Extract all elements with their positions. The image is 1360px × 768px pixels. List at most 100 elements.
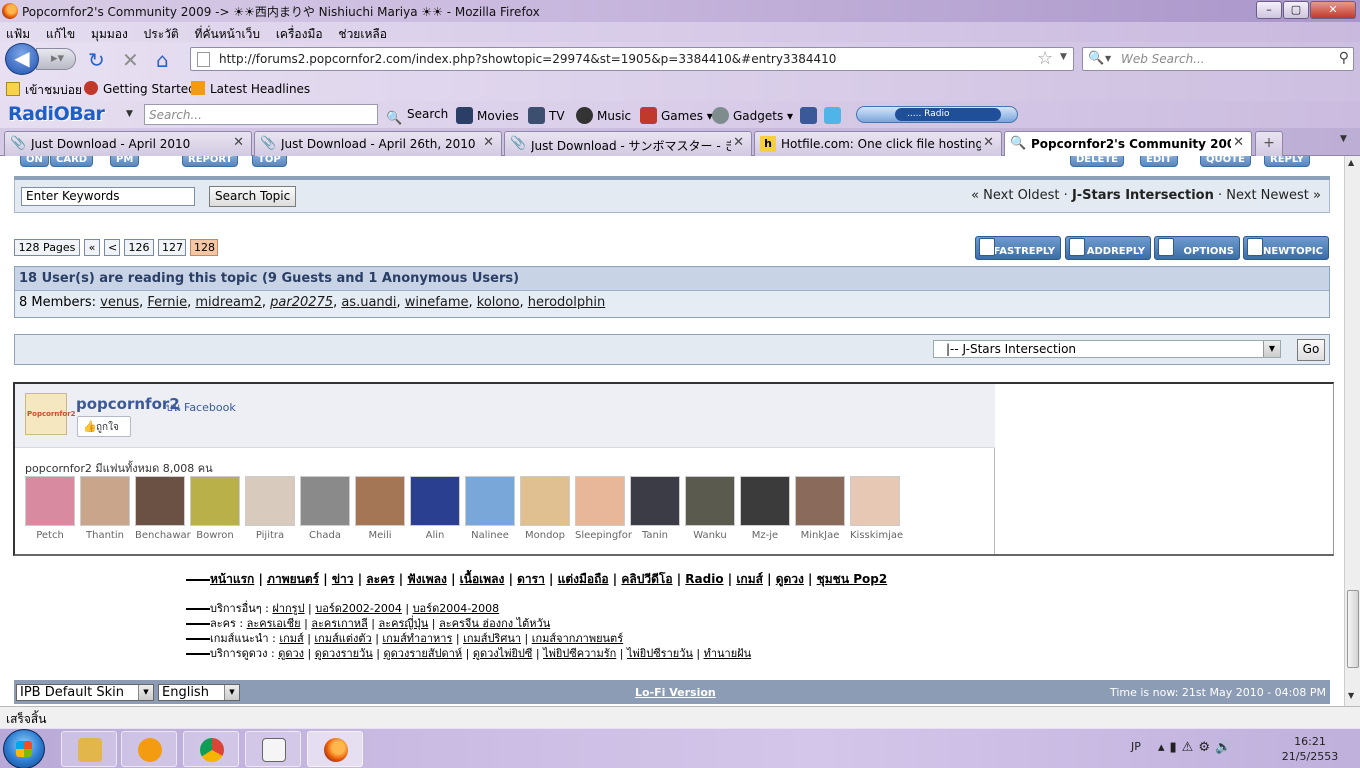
tab-hotfile[interactable]: h Hotfile.com: One click file hosting ✕ [754, 131, 1002, 156]
taskbar-notepad[interactable] [245, 731, 301, 767]
fan-name[interactable]: Thantin [80, 530, 130, 541]
fan-name[interactable]: Benchawar [135, 530, 191, 541]
chevron-down-icon[interactable]: ▼ [1263, 341, 1280, 357]
chevron-down-icon[interactable]: ▼ [138, 685, 153, 700]
fan-item[interactable]: Alin [410, 476, 460, 541]
radio-player[interactable]: ..... Radio [856, 106, 1018, 123]
vertical-scrollbar[interactable]: ▲ ▼ [1344, 156, 1360, 706]
footer-link[interactable]: แต่งมือถือ [558, 572, 609, 586]
start-button[interactable] [3, 729, 45, 768]
fan-name[interactable]: Pijitra [245, 530, 295, 541]
fan-avatar[interactable] [25, 476, 75, 526]
top-button[interactable]: TOP [252, 156, 287, 167]
next-newest-link[interactable]: Next Newest » [1226, 188, 1321, 203]
tab-list-icon[interactable]: ▼ [1340, 134, 1347, 144]
tab-just-download-april-26[interactable]: 📎 Just Download - April 26th, 2010 ✕ [254, 131, 502, 156]
fan-avatar[interactable] [740, 476, 790, 526]
fan-item[interactable]: Tanin [630, 476, 680, 541]
tab-just-download-sambomaster[interactable]: 📎 Just Download - サンボマスター - き... ✕ [504, 131, 752, 156]
fan-name[interactable]: Mz-je [740, 530, 790, 541]
reload-icon[interactable]: ↻ [88, 48, 105, 72]
radiobar-search-button[interactable]: 🔍 Search [386, 107, 448, 128]
system-tray-icons[interactable]: ▴▮⚠⚙🔊 [1158, 740, 1236, 755]
fan-name[interactable]: Meili [355, 530, 405, 541]
member-link[interactable]: winefame [405, 295, 469, 310]
scroll-thumb[interactable] [1347, 590, 1359, 668]
fan-item[interactable]: Thantin [80, 476, 130, 541]
report-button[interactable]: REPORT [182, 156, 239, 167]
fan-avatar[interactable] [245, 476, 295, 526]
footer-link[interactable]: ทำนายฝัน [704, 647, 752, 660]
edit-button[interactable]: EDIT [1140, 156, 1178, 167]
page-count[interactable]: 128 Pages [14, 239, 80, 256]
taskbar-media-player[interactable] [121, 731, 177, 767]
fan-item[interactable]: Sleepingfor [575, 476, 632, 541]
fan-name[interactable]: Bowron [190, 530, 240, 541]
minimize-button[interactable]: – [1256, 1, 1282, 19]
footer-link[interactable]: ไพ่ยิปซีความรัก [543, 647, 616, 660]
fan-avatar[interactable] [685, 476, 735, 526]
quote-button[interactable]: QUOTE [1200, 156, 1251, 167]
footer-link[interactable]: เกมส์ [736, 572, 763, 586]
forum-jump-select[interactable]: |-- J-Stars Intersection ▼ [933, 340, 1281, 358]
fan-item[interactable]: Wanku [685, 476, 735, 541]
fan-name[interactable]: Mondop [520, 530, 570, 541]
footer-link[interactable]: ดูดวงไพ่ยิปซี [473, 647, 533, 660]
fan-avatar[interactable] [410, 476, 460, 526]
close-tab-icon[interactable]: ✕ [1233, 135, 1244, 150]
fan-item[interactable]: Bowron [190, 476, 240, 541]
fan-item[interactable]: Benchawar [135, 476, 191, 541]
fan-avatar[interactable] [850, 476, 900, 526]
radiobar-music[interactable]: Music [576, 107, 631, 124]
fan-name[interactable]: Kisskimjae [850, 530, 903, 541]
bookmark-latest-headlines[interactable]: Latest Headlines [191, 81, 310, 96]
clock[interactable]: 16:21 21/5/2553 [1280, 734, 1340, 764]
footer-link[interactable]: ข่าว [332, 572, 354, 586]
fan-avatar[interactable] [465, 476, 515, 526]
fan-item[interactable]: Kisskimjae [850, 476, 903, 541]
popcornfor2-logo[interactable]: Popcornfor2 [25, 393, 76, 435]
fan-name[interactable]: Wanku [685, 530, 735, 541]
radiobar-tv[interactable]: TV [528, 107, 565, 124]
close-tab-icon[interactable]: ✕ [733, 135, 744, 150]
footer-link[interactable]: ชุมชน Pop2 [817, 572, 888, 586]
forward-button[interactable]: ▸▾ [36, 48, 76, 70]
forum-link[interactable]: J-Stars Intersection [1072, 188, 1214, 203]
go-button[interactable]: Go [1297, 339, 1325, 361]
fan-name[interactable]: Chada [300, 530, 350, 541]
web-search-placeholder[interactable]: Web Search... [1121, 52, 1205, 66]
fan-item[interactable]: Meili [355, 476, 405, 541]
close-tab-icon[interactable]: ✕ [983, 135, 994, 150]
skin-select[interactable]: IPB Default Skin ▼ [16, 684, 154, 701]
prev-page-link[interactable]: < [104, 239, 120, 256]
footer-link[interactable]: ดูดวงรายสัปดาห์ [384, 647, 463, 660]
fan-item[interactable]: Pijitra [245, 476, 295, 541]
on-facebook-text[interactable]: บน Facebook [166, 398, 236, 416]
language-indicator[interactable]: JP [1131, 740, 1141, 753]
fan-avatar[interactable] [300, 476, 350, 526]
radiobar-logo[interactable]: RadiOBar [8, 103, 105, 125]
options-button[interactable]: OPTIONS [1154, 236, 1240, 260]
radiobar-games[interactable]: Games ▾ [640, 107, 713, 124]
footer-link[interactable]: ดูดวงรายวัน [315, 647, 373, 660]
fan-name[interactable]: Alin [410, 530, 460, 541]
bookmark-most-visited[interactable]: เข้าชมบ่อย [6, 81, 82, 100]
lofi-version-link[interactable]: Lo-Fi Version [635, 686, 716, 699]
search-topic-button[interactable]: Search Topic [209, 186, 297, 207]
stop-icon[interactable]: ✕ [122, 48, 139, 72]
footer-link[interactable]: ดารา [517, 572, 545, 586]
page-link-127[interactable]: 127 [158, 239, 186, 256]
newtopic-button[interactable]: NEWTOPIC [1243, 236, 1329, 260]
footer-link[interactable]: ดูดวง [776, 572, 804, 586]
fan-name[interactable]: Petch [25, 530, 75, 541]
footer-link[interactable]: ดูดวง [278, 647, 304, 660]
fan-avatar[interactable] [795, 476, 845, 526]
taskbar-chrome[interactable] [183, 731, 239, 767]
footer-link[interactable]: ภาพยนตร์ [267, 572, 319, 586]
tab-just-download-april[interactable]: 📎 Just Download - April 2010 ✕ [4, 131, 252, 156]
member-link[interactable]: par20275 [270, 295, 333, 310]
radiobar-movies[interactable]: Movies [456, 107, 519, 124]
footer-link[interactable]: ไพ่ยิปซีรายวัน [627, 647, 693, 660]
new-tab-button[interactable]: + [1255, 131, 1283, 156]
fan-item[interactable]: Mz-je [740, 476, 790, 541]
